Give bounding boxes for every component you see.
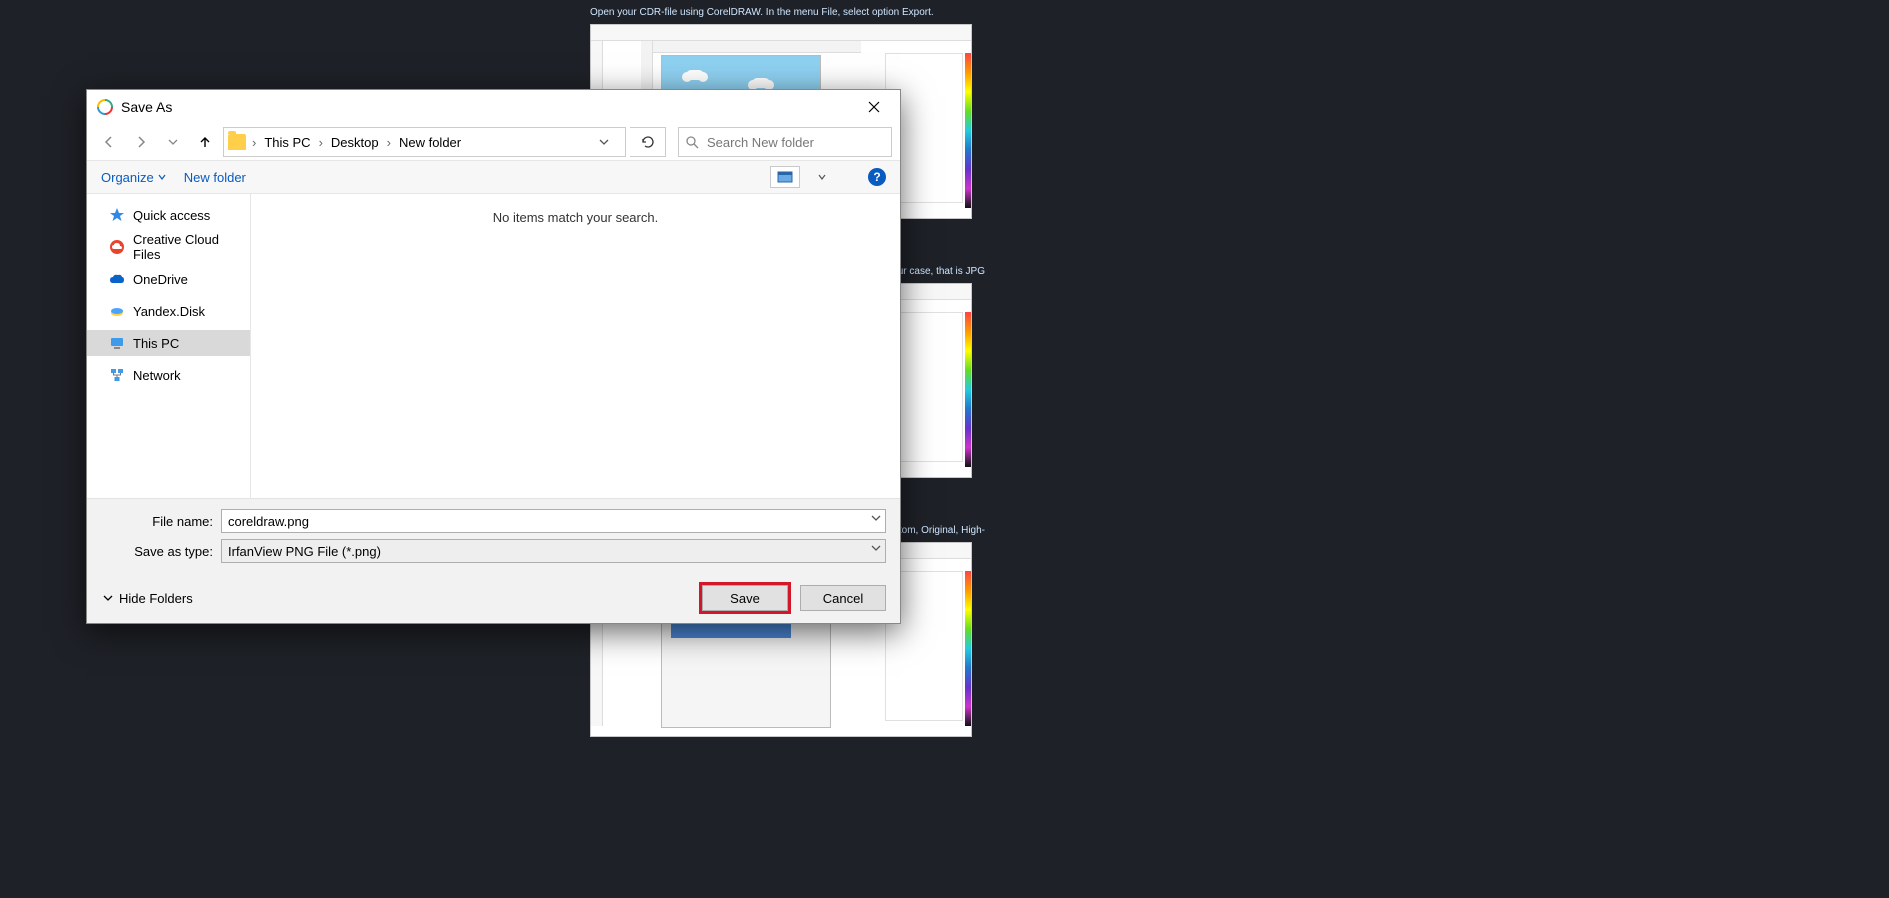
save-type-dropdown[interactable] bbox=[871, 543, 881, 553]
sidebar-item-network[interactable]: Network bbox=[87, 362, 250, 388]
refresh-button[interactable] bbox=[630, 127, 666, 157]
sidebar: Quick access Creative Cloud Files OneDri… bbox=[87, 194, 251, 498]
sidebar-item-label: Creative Cloud Files bbox=[133, 232, 250, 262]
dialog-footer: File name: coreldraw.png Save as type: I… bbox=[87, 498, 900, 623]
nav-row: › This PC › Desktop › New folder Search … bbox=[87, 124, 900, 160]
dialog-body: Quick access Creative Cloud Files OneDri… bbox=[87, 194, 900, 498]
sidebar-item-label: OneDrive bbox=[133, 272, 188, 287]
breadcrumb-item-newfolder[interactable]: New folder bbox=[395, 128, 465, 156]
save-button[interactable]: Save bbox=[702, 585, 788, 611]
close-button[interactable] bbox=[858, 91, 890, 123]
app-icon bbox=[97, 99, 113, 115]
folder-icon bbox=[228, 134, 246, 150]
nav-back-button[interactable] bbox=[95, 128, 123, 156]
view-mode-button[interactable] bbox=[770, 166, 800, 188]
star-icon bbox=[109, 207, 125, 223]
breadcrumb-dropdown[interactable] bbox=[599, 137, 621, 147]
hide-folders-toggle[interactable]: Hide Folders bbox=[101, 591, 193, 606]
breadcrumb-item-desktop[interactable]: Desktop bbox=[327, 128, 383, 156]
onedrive-icon bbox=[109, 271, 125, 287]
save-as-dialog: Save As › This PC › Desktop › New folder… bbox=[86, 89, 901, 624]
sidebar-item-label: Network bbox=[133, 368, 181, 383]
yandex-disk-icon bbox=[109, 303, 125, 319]
cancel-button-label: Cancel bbox=[823, 591, 863, 606]
search-placeholder: Search New folder bbox=[707, 135, 814, 150]
breadcrumb-item-thispc[interactable]: This PC bbox=[260, 128, 314, 156]
this-pc-icon bbox=[109, 335, 125, 351]
file-name-dropdown[interactable] bbox=[871, 513, 881, 523]
nav-forward-button[interactable] bbox=[127, 128, 155, 156]
nav-up-button[interactable] bbox=[191, 128, 219, 156]
refresh-icon bbox=[640, 134, 656, 150]
new-folder-button[interactable]: New folder bbox=[184, 170, 246, 185]
chevron-down-icon bbox=[871, 513, 881, 523]
sidebar-item-quick-access[interactable]: Quick access bbox=[87, 202, 250, 228]
chevron-down-icon bbox=[818, 173, 826, 181]
breadcrumb-sep-icon: › bbox=[250, 135, 258, 150]
sidebar-item-yandex-disk[interactable]: Yandex.Disk bbox=[87, 298, 250, 324]
chevron-down-icon bbox=[158, 173, 166, 181]
cancel-button[interactable]: Cancel bbox=[800, 585, 886, 611]
close-icon bbox=[868, 101, 880, 113]
file-name-value: coreldraw.png bbox=[228, 514, 309, 529]
breadcrumb-bar[interactable]: › This PC › Desktop › New folder bbox=[223, 127, 626, 157]
sidebar-item-creative-cloud[interactable]: Creative Cloud Files bbox=[87, 234, 250, 260]
sidebar-item-onedrive[interactable]: OneDrive bbox=[87, 266, 250, 292]
sidebar-item-label: This PC bbox=[133, 336, 179, 351]
chevron-down-icon bbox=[168, 137, 178, 147]
help-button[interactable]: ? bbox=[868, 168, 886, 186]
arrow-right-icon bbox=[134, 135, 148, 149]
sidebar-item-this-pc[interactable]: This PC bbox=[87, 330, 250, 356]
breadcrumb-sep-icon: › bbox=[317, 135, 325, 150]
search-input[interactable]: Search New folder bbox=[678, 127, 892, 157]
chevron-down-icon bbox=[871, 543, 881, 553]
organize-label: Organize bbox=[101, 170, 154, 185]
article-caption-1: Open your CDR-file using CorelDRAW. In t… bbox=[590, 6, 985, 20]
nav-recent-dropdown[interactable] bbox=[159, 128, 187, 156]
save-type-label: Save as type: bbox=[101, 544, 221, 559]
chevron-down-icon bbox=[599, 137, 609, 147]
toolbar: Organize New folder ? bbox=[87, 160, 900, 194]
dialog-title: Save As bbox=[121, 99, 858, 115]
save-type-value: IrfanView PNG File (*.png) bbox=[228, 544, 381, 559]
view-icon bbox=[777, 171, 793, 183]
sidebar-item-label: Quick access bbox=[133, 208, 210, 223]
network-icon bbox=[109, 367, 125, 383]
file-name-label: File name: bbox=[101, 514, 221, 529]
breadcrumb-sep-icon: › bbox=[385, 135, 393, 150]
empty-state-message: No items match your search. bbox=[493, 210, 658, 498]
creative-cloud-icon bbox=[109, 239, 125, 255]
sidebar-item-label: Yandex.Disk bbox=[133, 304, 205, 319]
chevron-down-icon bbox=[103, 593, 113, 603]
save-button-label: Save bbox=[730, 591, 760, 606]
search-icon bbox=[685, 135, 699, 149]
titlebar: Save As bbox=[87, 90, 900, 124]
file-list-area: No items match your search. bbox=[251, 194, 900, 498]
hide-folders-label: Hide Folders bbox=[119, 591, 193, 606]
arrow-left-icon bbox=[102, 135, 116, 149]
file-name-input[interactable]: coreldraw.png bbox=[221, 509, 886, 533]
view-mode-dropdown[interactable] bbox=[818, 173, 832, 181]
save-type-select[interactable]: IrfanView PNG File (*.png) bbox=[221, 539, 886, 563]
arrow-up-icon bbox=[198, 135, 212, 149]
organize-menu[interactable]: Organize bbox=[101, 170, 166, 185]
